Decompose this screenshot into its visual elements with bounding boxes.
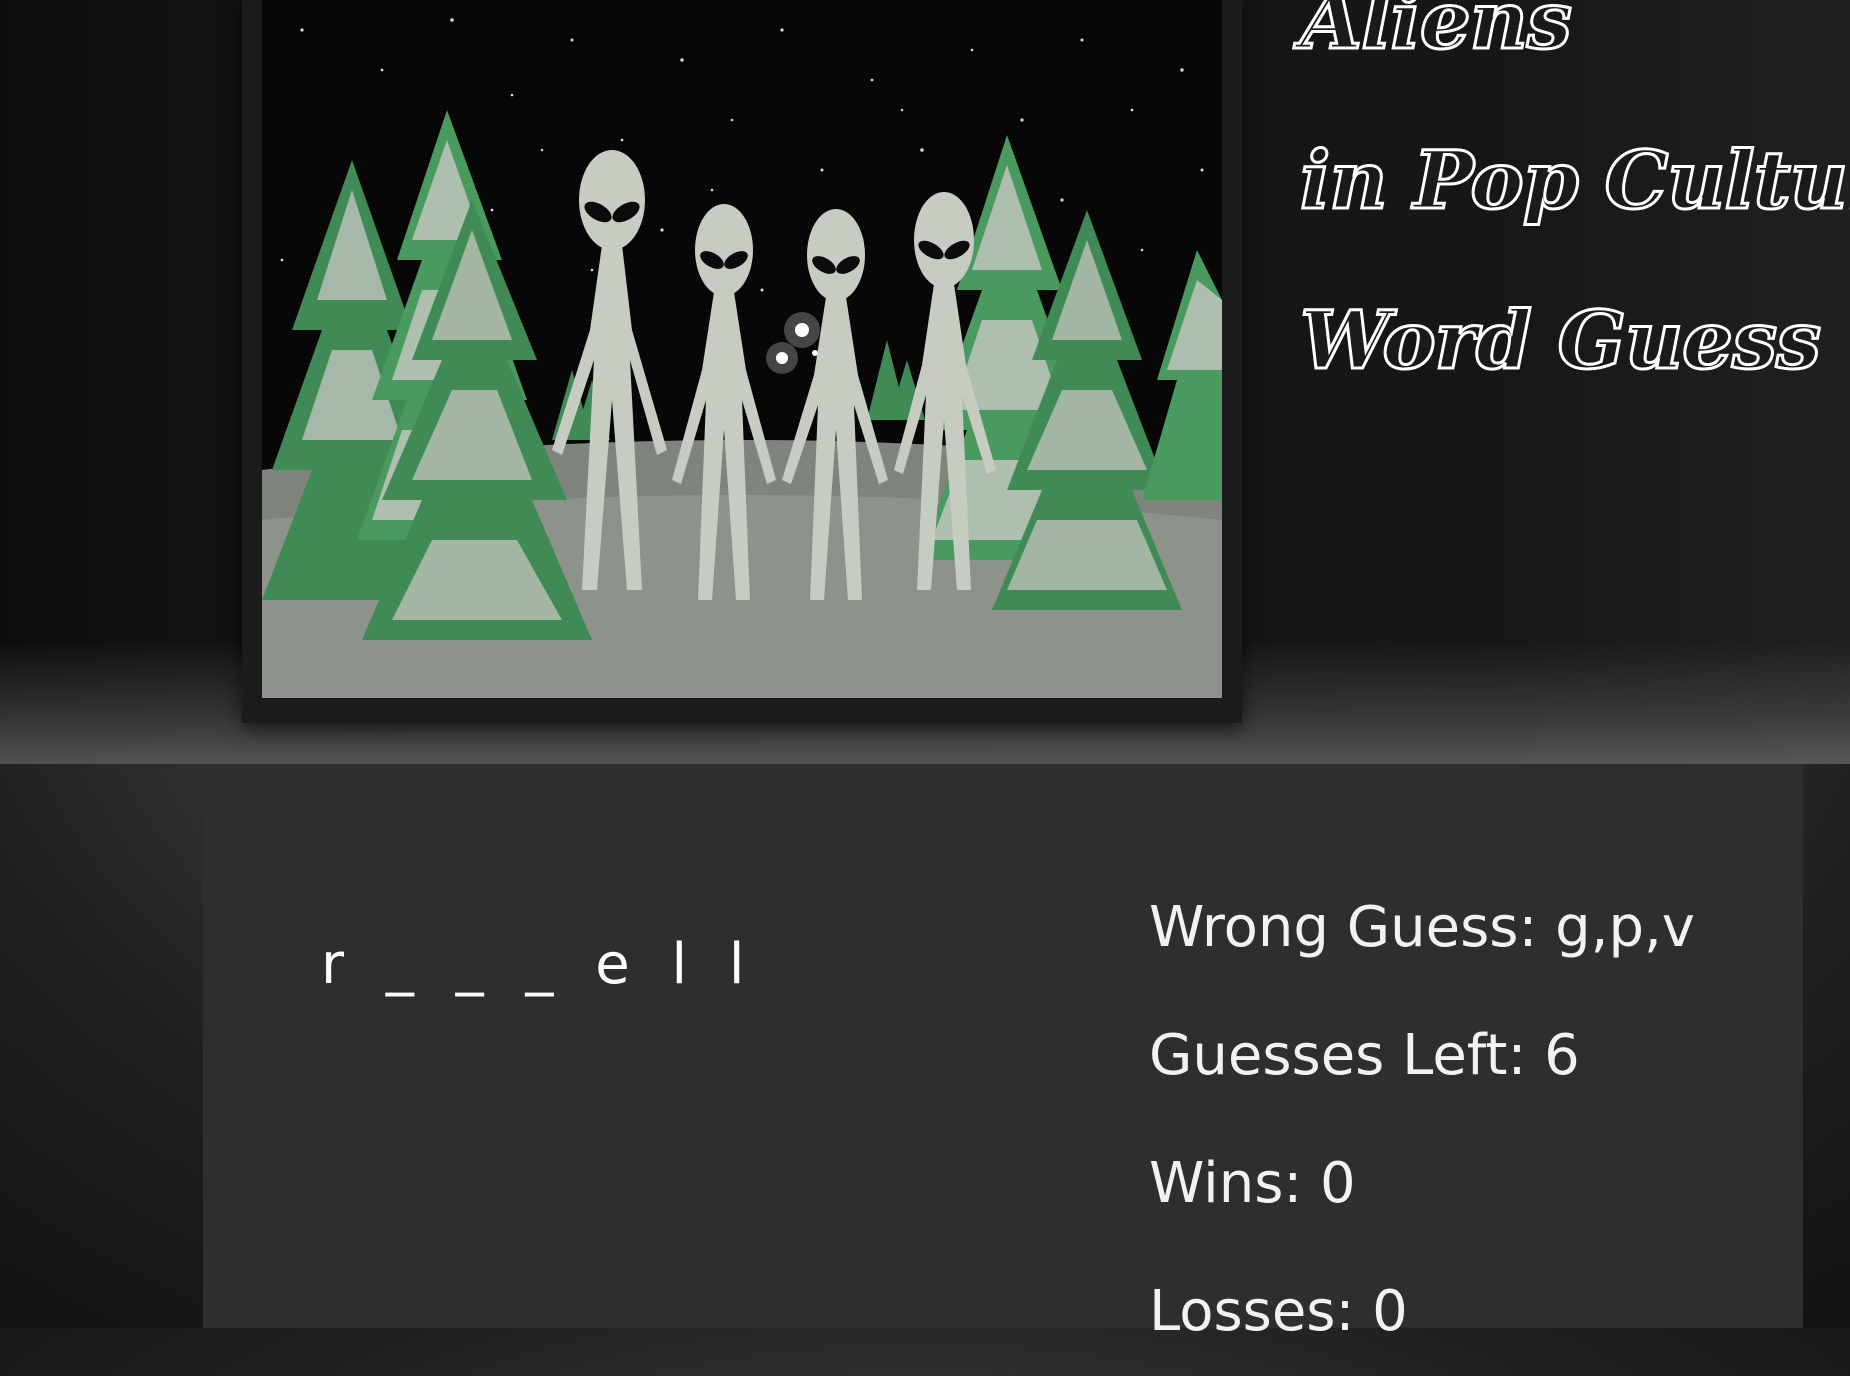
hero-image-frame xyxy=(242,0,1242,723)
title-line-1: Aliens xyxy=(1299,0,1574,69)
page-title: Aliens in Pop Culture Word Guess xyxy=(1299,0,1850,420)
losses-count: Losses: 0 xyxy=(1149,1279,1408,1344)
scene-svg xyxy=(262,0,1222,698)
guesses-left: Guesses Left: 6 xyxy=(1149,1023,1580,1088)
aliens-in-snowy-forest-image xyxy=(262,0,1222,698)
wins-count: Wins: 0 xyxy=(1149,1151,1356,1216)
title-line-2: in Pop Culture xyxy=(1299,132,1850,229)
wrong-guesses: Wrong Guess: g,p,v xyxy=(1149,895,1695,960)
game-panel: r _ _ _ e l l Wrong Guess: g,p,v Guesses… xyxy=(203,764,1803,1344)
title-line-3: Word Guess xyxy=(1299,292,1823,389)
game-stats: Wrong Guess: g,p,v Guesses Left: 6 Wins:… xyxy=(1149,864,1695,1376)
current-word: r _ _ _ e l l xyxy=(321,932,757,997)
